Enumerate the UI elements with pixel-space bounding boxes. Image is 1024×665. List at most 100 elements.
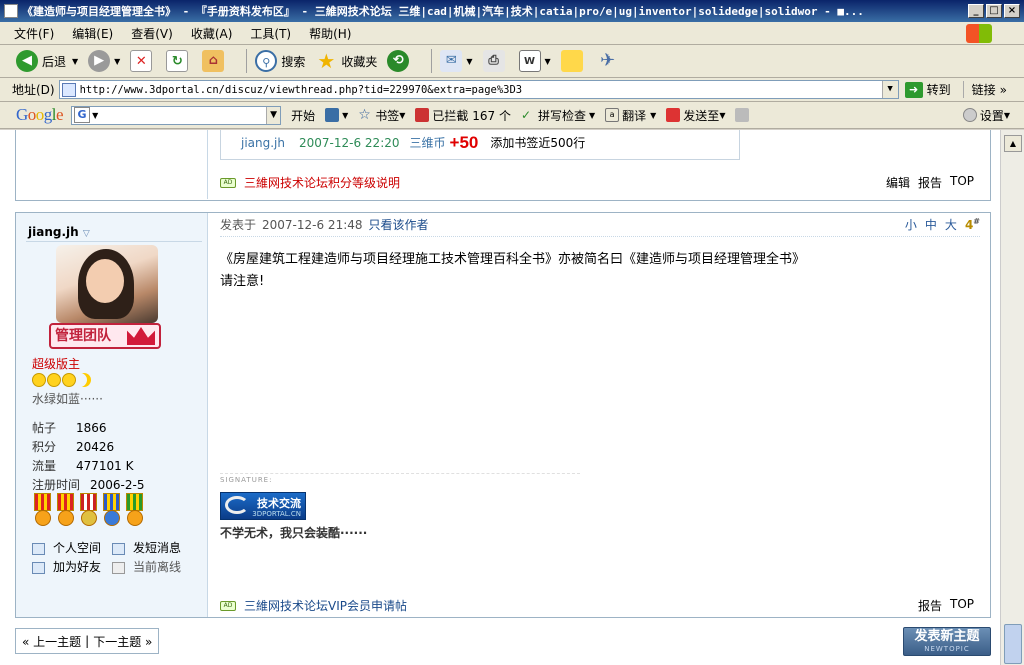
google-start-button[interactable]: 开始 xyxy=(291,107,315,124)
translate-icon: a xyxy=(605,108,620,122)
google-news-button[interactable]: ▼ xyxy=(325,108,348,122)
refresh-button[interactable]: ↻ xyxy=(166,50,192,72)
top-link[interactable]: TOP xyxy=(950,597,974,614)
add-friend-link[interactable]: 加为好友 xyxy=(32,558,112,577)
forward-arrow-icon: ▶ xyxy=(88,50,111,72)
google-search-dropdown[interactable]: ▼ xyxy=(266,106,281,124)
edit-button[interactable]: W ▼ xyxy=(518,50,551,72)
home-button[interactable]: ⌂ xyxy=(202,50,228,72)
signature-label: SIGNATURE: xyxy=(220,473,580,484)
send-message-link[interactable]: 发短消息 xyxy=(112,539,192,558)
report-link[interactable]: 报告 xyxy=(918,174,942,191)
rater-name[interactable]: jiang.jh xyxy=(241,136,285,150)
post-ad[interactable]: AD 三維网技术论坛VIP会员申请帖 xyxy=(220,597,407,614)
posts-count: 1866 xyxy=(76,421,107,435)
menu-file[interactable]: 文件(F) xyxy=(14,25,54,42)
prev-post-ad[interactable]: AD 三維网技术论坛积分等级说明 xyxy=(220,174,400,191)
menu-view[interactable]: 查看(V) xyxy=(131,25,173,42)
pencil-icon xyxy=(735,108,750,122)
previous-post: jiang.jh 2007-12-6 22:20 三维币 +50 添加书签近50… xyxy=(15,130,991,201)
rating-note: 添加书签近500行 xyxy=(490,136,586,150)
menu-help[interactable]: 帮助(H) xyxy=(309,25,351,42)
vertical-scrollbar[interactable]: ▲ xyxy=(1000,130,1024,665)
edit-page-icon: W xyxy=(518,50,541,72)
translate-button[interactable]: a 翻译 ▼ xyxy=(605,107,656,124)
signature-text: 不学无术，我只会装酷······ xyxy=(220,526,368,540)
edit-link[interactable]: 编辑 xyxy=(886,174,910,191)
home-icon xyxy=(32,542,45,555)
ad-tag: AD xyxy=(220,600,236,611)
scroll-up-icon[interactable]: ▲ xyxy=(1004,135,1022,152)
search-icon: ⚲ xyxy=(255,50,278,72)
refresh-icon: ↻ xyxy=(166,50,189,72)
favorites-button[interactable]: ★ 收藏夹 xyxy=(315,50,377,72)
scroll-thumb[interactable] xyxy=(1004,624,1022,664)
windows-logo-icon xyxy=(966,24,992,43)
mail-button[interactable]: ✉ ▼ xyxy=(440,50,473,72)
search-button[interactable]: ⚲ 搜索 xyxy=(255,50,305,72)
user-sidebar: jiang.jh ▽ 管理团队 超级版主 水绿如蓝······ 帖子 1866 积… xyxy=(16,213,208,617)
font-small-button[interactable]: 小 xyxy=(905,216,917,233)
google-toolbar: Google G ▼ ▼ 开始 ▼ ☆ 书签 ▼ 已拦截 167 个 ✓ 拼写检查 ▼ a… xyxy=(0,102,1024,129)
links-button[interactable]: 链接 xyxy=(962,81,996,98)
rating-date: 2007-12-6 22:20 xyxy=(299,135,400,150)
google-logo: Google xyxy=(16,105,64,124)
minimize-button[interactable]: _ xyxy=(968,4,984,18)
page-icon xyxy=(61,82,76,97)
font-large-button[interactable]: 大 xyxy=(945,216,957,233)
standard-toolbar: ◀ 后退 ▼ ▶ ▼ ✕ ↻ ⌂ ⚲ 搜索 ★ 收藏夹 ⟲ ✉ ▼ ⎙ W ▼ ✈ xyxy=(0,45,1024,78)
font-medium-button[interactable]: 中 xyxy=(925,216,937,233)
author-only-link[interactable]: 只看该作者 xyxy=(369,216,429,233)
go-button[interactable]: ➜ 转到 xyxy=(904,81,951,98)
spellcheck-icon: ✓ xyxy=(520,108,532,122)
forward-button[interactable]: ▶ ▼ xyxy=(88,50,120,72)
notes-button[interactable] xyxy=(560,50,587,72)
print-icon: ⎙ xyxy=(482,50,505,72)
post-4: jiang.jh ▽ 管理团队 超级版主 水绿如蓝······ 帖子 1866 积… xyxy=(15,212,991,618)
stop-button[interactable]: ✕ xyxy=(130,50,156,72)
popup-blocker-button[interactable]: 已拦截 167 个 xyxy=(415,107,511,124)
report-link[interactable]: 报告 xyxy=(918,597,942,614)
traffic: 477101 K xyxy=(76,459,134,473)
google-g-icon[interactable]: G xyxy=(74,107,91,123)
messenger-button[interactable]: ✈ xyxy=(597,50,623,72)
rating-log: jiang.jh 2007-12-6 22:20 三维币 +50 添加书签近50… xyxy=(220,130,740,160)
back-arrow-icon: ◀ xyxy=(16,50,38,72)
settings-icon xyxy=(962,108,977,122)
menu-edit[interactable]: 编辑(E) xyxy=(72,25,113,42)
bookmarks-button[interactable]: ☆ 书签 ▼ xyxy=(358,107,405,124)
post-line: 《房屋建筑工程建造师与项目经理施工技术管理百科全书》亦被简名曰《建造师与项目经理… xyxy=(220,252,806,267)
menu-tools[interactable]: 工具(T) xyxy=(250,25,291,42)
title-bar: 《建造师与项目经理管理全书》 - 『手册资料发布区』 - 三維网技术论坛 三维|… xyxy=(0,0,1024,22)
highlight-button[interactable] xyxy=(735,108,752,122)
prev-post-actions: 编辑 报告 TOP xyxy=(886,174,974,191)
maximize-button[interactable]: □ xyxy=(986,4,1002,18)
top-link[interactable]: TOP xyxy=(950,174,974,191)
address-dropdown[interactable]: ▼ xyxy=(881,81,898,98)
back-button[interactable]: ◀ 后退 ▼ xyxy=(16,50,78,72)
personal-space-link[interactable]: 个人空间 xyxy=(32,539,112,558)
moon-icon xyxy=(77,373,91,387)
user-menu-icon[interactable]: ▽ xyxy=(83,229,90,239)
new-topic-button[interactable]: 发表新主题 NEWTOPIC xyxy=(903,627,991,656)
username-link[interactable]: jiang.jh ▽ xyxy=(28,225,90,239)
print-button[interactable]: ⎙ xyxy=(482,50,509,72)
send-to-button[interactable]: 发送至 ▼ xyxy=(666,107,725,124)
google-search-input[interactable]: G ▼ ▼ xyxy=(71,105,282,125)
close-button[interactable]: × xyxy=(1004,4,1020,18)
ad-tag: AD xyxy=(220,177,236,188)
online-status: 当前离线 xyxy=(112,558,192,577)
post-line: 请注意! xyxy=(220,274,265,289)
history-button[interactable]: ⟲ xyxy=(387,50,413,72)
menu-favorites[interactable]: 收藏(A) xyxy=(191,25,233,42)
prev-topic-link[interactable]: « 上一主题 xyxy=(22,633,81,650)
floor-number[interactable]: 4# xyxy=(965,217,980,232)
spellcheck-button[interactable]: ✓ 拼写检查 ▼ xyxy=(521,107,595,124)
signature-banner[interactable]: 技术交流 3DPORTAL.CN xyxy=(220,492,306,520)
stop-icon: ✕ xyxy=(130,50,153,72)
ie-icon xyxy=(4,4,18,18)
settings-button[interactable]: 设置 ▼ xyxy=(962,107,1010,124)
page-content: jiang.jh 2007-12-6 22:20 三维币 +50 添加书签近50… xyxy=(0,130,1000,665)
next-topic-link[interactable]: 下一主题 » xyxy=(93,633,152,650)
address-input[interactable]: http://www.3dportal.cn/discuz/viewthread… xyxy=(58,80,899,99)
